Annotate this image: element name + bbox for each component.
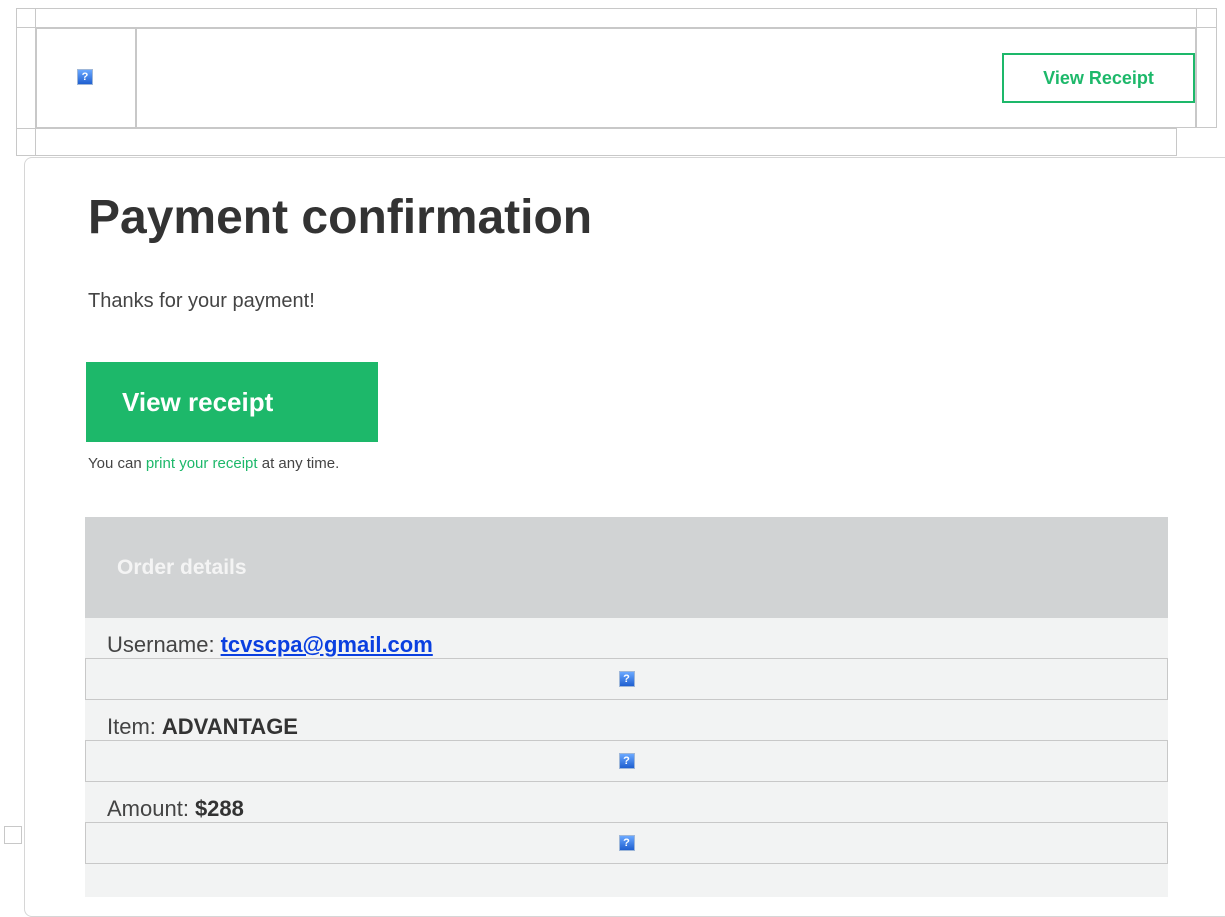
thanks-message: Thanks for your payment! xyxy=(88,290,315,312)
amount-label: Amount: xyxy=(107,796,189,821)
question-mark-icon: ? xyxy=(618,671,635,687)
order-details-panel: Order details Username: tcvscpa@gmail.co… xyxy=(85,517,1168,897)
order-row-amount: Amount: $288 xyxy=(85,782,1168,822)
view-receipt-header-button[interactable]: View Receipt xyxy=(1002,53,1195,103)
divider-image-row: ? xyxy=(85,740,1168,782)
note-prefix: You can xyxy=(88,455,146,472)
question-mark-icon: ? xyxy=(618,835,635,851)
order-row-username: Username: tcvscpa@gmail.com xyxy=(85,618,1168,658)
frame-right-outer xyxy=(1196,8,1217,128)
frame-top-outer xyxy=(16,8,1217,28)
username-email-link[interactable]: tcvscpa@gmail.com xyxy=(221,632,433,658)
item-label: Item: xyxy=(107,714,156,739)
question-mark-icon: ? xyxy=(618,753,635,769)
order-row-item: Item: ADVANTAGE xyxy=(85,700,1168,740)
note-suffix: at any time. xyxy=(257,455,340,472)
header-bottom-cell xyxy=(16,128,1177,156)
username-label: Username: xyxy=(107,632,215,657)
print-receipt-link[interactable]: print your receipt xyxy=(146,455,258,472)
divider-image-row: ? xyxy=(85,822,1168,864)
divider-image-row: ? xyxy=(85,658,1168,700)
receipt-note: You can print your receipt at any time. xyxy=(88,455,339,472)
page-title: Payment confirmation xyxy=(88,191,593,244)
item-value: ADVANTAGE xyxy=(161,714,298,739)
left-margin-box xyxy=(4,826,22,844)
amount-value: $288 xyxy=(194,796,244,821)
view-receipt-button[interactable]: View receipt xyxy=(86,362,378,442)
logo-broken-image-icon: ? xyxy=(77,69,93,85)
order-details-heading: Order details xyxy=(85,517,1168,618)
